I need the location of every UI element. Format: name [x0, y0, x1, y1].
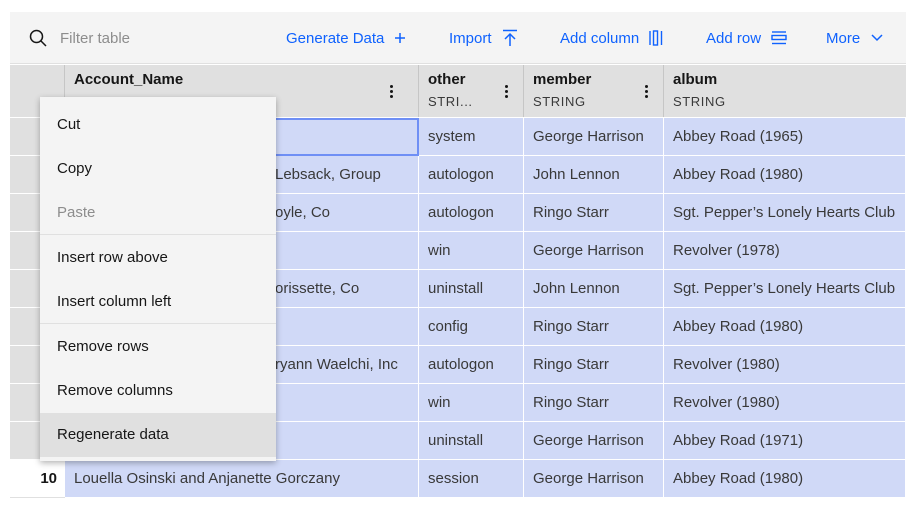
cell-member[interactable]: Ringo Starr	[524, 384, 664, 422]
upload-icon	[502, 29, 517, 46]
column-menu-icon[interactable]	[498, 82, 514, 100]
cell-member[interactable]: George Harrison	[524, 460, 664, 498]
table-toolbar: Generate Data Import Add column Add row	[10, 12, 906, 64]
column-header-other[interactable]: other STRI...	[419, 65, 524, 117]
menu-item-insert-row-above[interactable]: Insert row above	[40, 236, 276, 280]
cell-member[interactable]: George Harrison	[524, 118, 664, 156]
cell-other[interactable]: session	[419, 460, 524, 498]
cell-album[interactable]: Abbey Road (1980)	[664, 156, 906, 194]
cell-other[interactable]: config	[419, 308, 524, 346]
menu-item-regenerate-data[interactable]: Regenerate data	[40, 413, 276, 457]
add-row-icon	[771, 31, 787, 45]
add-column-icon	[649, 30, 663, 46]
cell-other[interactable]: system	[419, 118, 524, 156]
cell-member[interactable]: John Lennon	[524, 156, 664, 194]
column-type: STRING	[673, 94, 726, 109]
add-column-button[interactable]: Add column	[560, 12, 663, 64]
column-name: other	[428, 71, 466, 88]
column-menu-icon[interactable]	[383, 82, 399, 100]
menu-item-insert-column-left[interactable]: Insert column left	[40, 280, 276, 324]
cell-album[interactable]: Abbey Road (1980)	[664, 460, 906, 498]
menu-item-remove-rows[interactable]: Remove rows	[40, 325, 276, 369]
column-name: Account_Name	[74, 71, 184, 88]
column-header-member[interactable]: member STRING	[524, 65, 664, 117]
row-number[interactable]: 10	[10, 460, 65, 498]
cell-member[interactable]: Ringo Starr	[524, 346, 664, 384]
menu-item-remove-columns[interactable]: Remove columns	[40, 369, 276, 413]
cell-album[interactable]: Revolver (1978)	[664, 232, 906, 270]
context-menu: Cut Copy Paste Insert row above Insert c…	[40, 97, 276, 461]
import-button[interactable]: Import	[449, 12, 518, 64]
column-menu-icon[interactable]	[638, 82, 654, 100]
add-row-button[interactable]: Add row	[706, 12, 787, 64]
cell-other[interactable]: autologon	[419, 194, 524, 232]
plus-icon	[395, 33, 406, 43]
add-row-label: Add row	[706, 29, 762, 47]
cell-other[interactable]: win	[419, 384, 524, 422]
cell-member[interactable]: George Harrison	[524, 422, 664, 460]
cell-album[interactable]: Revolver (1980)	[664, 346, 906, 384]
menu-item-copy[interactable]: Copy	[40, 147, 276, 191]
cell-other[interactable]: uninstall	[419, 270, 524, 308]
generate-data-button[interactable]: Generate Data	[286, 12, 406, 64]
column-type: STRI...	[428, 94, 473, 109]
cell-album[interactable]: Sgt. Pepper’s Lonely Hearts Club	[664, 270, 906, 308]
cell-other[interactable]: uninstall	[419, 422, 524, 460]
cell-other[interactable]: autologon	[419, 346, 524, 384]
column-name: album	[673, 71, 718, 88]
more-menu-button[interactable]: More	[826, 12, 884, 64]
search-icon	[29, 29, 47, 47]
cell-album[interactable]: Abbey Road (1965)	[664, 118, 906, 156]
filter-table-input[interactable]	[60, 26, 260, 50]
cell-member[interactable]: Ringo Starr	[524, 308, 664, 346]
cell-other[interactable]: autologon	[419, 156, 524, 194]
menu-item-paste[interactable]: Paste	[40, 191, 276, 235]
column-header-album[interactable]: album STRING	[664, 65, 906, 117]
cell-member[interactable]: George Harrison	[524, 232, 664, 270]
cell-album[interactable]: Revolver (1980)	[664, 384, 906, 422]
cell-album[interactable]: Sgt. Pepper’s Lonely Hearts Club	[664, 194, 906, 232]
menu-item-cut[interactable]: Cut	[40, 103, 276, 147]
generate-data-label: Generate Data	[286, 29, 385, 47]
cell-album[interactable]: Abbey Road (1971)	[664, 422, 906, 460]
cell-member[interactable]: Ringo Starr	[524, 194, 664, 232]
import-label: Import	[449, 29, 492, 47]
table-row[interactable]: 10 Louella Osinski and Anjanette Gorczan…	[10, 460, 906, 498]
add-column-label: Add column	[560, 29, 640, 47]
menu-divider	[40, 323, 276, 324]
more-label: More	[826, 29, 861, 47]
cell-album[interactable]: Abbey Road (1980)	[664, 308, 906, 346]
column-type: STRING	[533, 94, 586, 109]
cell-account-name[interactable]: Louella Osinski and Anjanette Gorczany	[65, 460, 419, 498]
column-name: member	[533, 71, 592, 88]
menu-divider	[40, 234, 276, 235]
cell-member[interactable]: John Lennon	[524, 270, 664, 308]
cell-other[interactable]: win	[419, 232, 524, 270]
chevron-down-icon	[871, 34, 883, 42]
